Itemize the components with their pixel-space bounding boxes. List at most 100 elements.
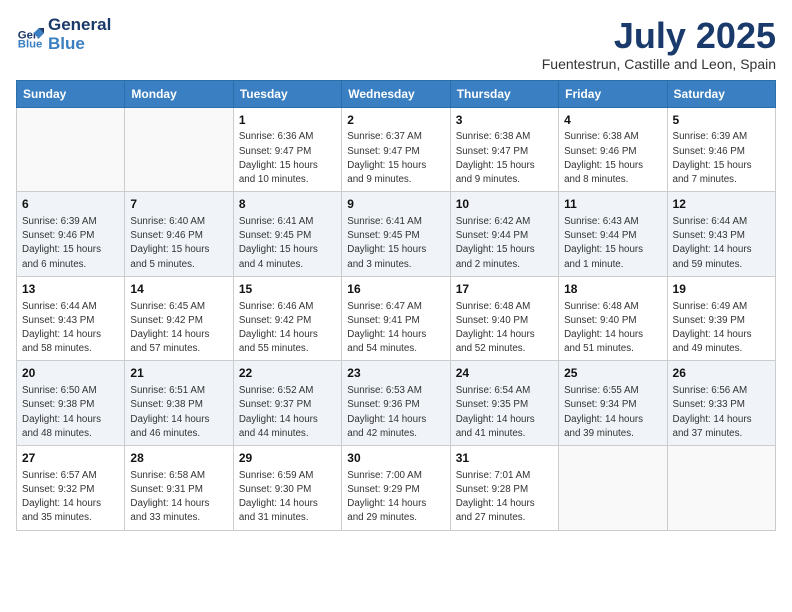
- logo: Gen Blue General Blue: [16, 16, 111, 53]
- day-detail: Sunrise: 6:57 AM Sunset: 9:32 PM Dayligh…: [22, 469, 119, 526]
- week-row-1: 1Sunrise: 6:36 AM Sunset: 9:47 PM Daylig…: [17, 107, 776, 192]
- day-cell: 22 Sunrise: 6:52 AM Sunset: 9:37 PM Dayli…: [233, 361, 341, 446]
- day-number: 13: [22, 281, 119, 298]
- logo-line1: General: [48, 16, 111, 35]
- day-cell: 24Sunrise: 6:54 AM Sunset: 9:35 PM Dayli…: [450, 361, 558, 446]
- day-detail: Sunrise: 6:38 AM Sunset: 9:46 PM Dayligh…: [564, 130, 661, 187]
- day-detail: Sunrise: 6:41 AM Sunset: 9:45 PM Dayligh…: [347, 215, 444, 272]
- weekday-header-tuesday: Tuesday: [233, 80, 341, 107]
- weekday-header-friday: Friday: [559, 80, 667, 107]
- week-row-5: 27 Sunrise: 6:57 AM Sunset: 9:32 PM Dayli…: [17, 446, 776, 531]
- day-number: 26: [673, 365, 770, 382]
- week-row-4: 20Sunrise: 6:50 AM Sunset: 9:38 PM Dayli…: [17, 361, 776, 446]
- day-detail: Sunrise: 6:44 AM Sunset: 9:43 PM Dayligh…: [22, 300, 119, 357]
- day-detail: Sunrise: 6:51 AM Sunset: 9:38 PM Dayligh…: [130, 384, 227, 441]
- day-number: 9: [347, 196, 444, 213]
- day-detail: Sunrise: 6:59 AM Sunset: 9:30 PM Dayligh…: [239, 469, 336, 526]
- day-cell: 9 Sunrise: 6:41 AM Sunset: 9:45 PM Daylig…: [342, 192, 450, 277]
- day-number: 10: [456, 196, 553, 213]
- weekday-header-wednesday: Wednesday: [342, 80, 450, 107]
- day-cell: 5Sunrise: 6:39 AM Sunset: 9:46 PM Daylig…: [667, 107, 775, 192]
- day-number: 12: [673, 196, 770, 213]
- calendar: SundayMondayTuesdayWednesdayThursdayFrid…: [16, 80, 776, 531]
- day-cell: 4Sunrise: 6:38 AM Sunset: 9:46 PM Daylig…: [559, 107, 667, 192]
- day-number: 29: [239, 450, 336, 467]
- day-number: 28: [130, 450, 227, 467]
- month-title: July 2025: [542, 16, 776, 56]
- week-row-3: 13 Sunrise: 6:44 AM Sunset: 9:43 PM Dayli…: [17, 276, 776, 361]
- day-number: 25: [564, 365, 661, 382]
- day-cell: 23 Sunrise: 6:53 AM Sunset: 9:36 PM Dayli…: [342, 361, 450, 446]
- logo-icon: Gen Blue: [16, 21, 44, 49]
- day-number: 17: [456, 281, 553, 298]
- day-detail: Sunrise: 6:40 AM Sunset: 9:46 PM Dayligh…: [130, 215, 227, 272]
- day-detail: Sunrise: 6:44 AM Sunset: 9:43 PM Dayligh…: [673, 215, 770, 272]
- day-cell: 6 Sunrise: 6:39 AM Sunset: 9:46 PM Daylig…: [17, 192, 125, 277]
- day-cell: 26 Sunrise: 6:56 AM Sunset: 9:33 PM Dayli…: [667, 361, 775, 446]
- day-detail: Sunrise: 6:54 AM Sunset: 9:35 PM Dayligh…: [456, 384, 553, 441]
- weekday-header-monday: Monday: [125, 80, 233, 107]
- day-cell: 21 Sunrise: 6:51 AM Sunset: 9:38 PM Dayli…: [125, 361, 233, 446]
- weekday-header-saturday: Saturday: [667, 80, 775, 107]
- day-number: 19: [673, 281, 770, 298]
- day-detail: Sunrise: 6:46 AM Sunset: 9:42 PM Dayligh…: [239, 300, 336, 357]
- day-detail: Sunrise: 7:00 AM Sunset: 9:29 PM Dayligh…: [347, 469, 444, 526]
- day-number: 22: [239, 365, 336, 382]
- day-number: 6: [22, 196, 119, 213]
- day-cell: 14 Sunrise: 6:45 AM Sunset: 9:42 PM Dayli…: [125, 276, 233, 361]
- day-cell: 15 Sunrise: 6:46 AM Sunset: 9:42 PM Dayli…: [233, 276, 341, 361]
- day-number: 27: [22, 450, 119, 467]
- day-number: 23: [347, 365, 444, 382]
- day-cell: 20Sunrise: 6:50 AM Sunset: 9:38 PM Dayli…: [17, 361, 125, 446]
- day-cell: [559, 446, 667, 531]
- day-detail: Sunrise: 7:01 AM Sunset: 9:28 PM Dayligh…: [456, 469, 553, 526]
- day-detail: Sunrise: 6:39 AM Sunset: 9:46 PM Dayligh…: [673, 130, 770, 187]
- day-detail: Sunrise: 6:39 AM Sunset: 9:46 PM Dayligh…: [22, 215, 119, 272]
- day-cell: 8Sunrise: 6:41 AM Sunset: 9:45 PM Daylig…: [233, 192, 341, 277]
- day-detail: Sunrise: 6:50 AM Sunset: 9:38 PM Dayligh…: [22, 384, 119, 441]
- day-cell: 17 Sunrise: 6:48 AM Sunset: 9:40 PM Dayli…: [450, 276, 558, 361]
- day-detail: Sunrise: 6:43 AM Sunset: 9:44 PM Dayligh…: [564, 215, 661, 272]
- day-detail: Sunrise: 6:56 AM Sunset: 9:33 PM Dayligh…: [673, 384, 770, 441]
- day-cell: 11 Sunrise: 6:43 AM Sunset: 9:44 PM Dayli…: [559, 192, 667, 277]
- day-detail: Sunrise: 6:53 AM Sunset: 9:36 PM Dayligh…: [347, 384, 444, 441]
- day-cell: 25Sunrise: 6:55 AM Sunset: 9:34 PM Dayli…: [559, 361, 667, 446]
- day-detail: Sunrise: 6:48 AM Sunset: 9:40 PM Dayligh…: [564, 300, 661, 357]
- day-cell: [667, 446, 775, 531]
- svg-text:Blue: Blue: [18, 38, 43, 49]
- day-number: 14: [130, 281, 227, 298]
- weekday-header-row: SundayMondayTuesdayWednesdayThursdayFrid…: [17, 80, 776, 107]
- day-detail: Sunrise: 6:47 AM Sunset: 9:41 PM Dayligh…: [347, 300, 444, 357]
- day-cell: [17, 107, 125, 192]
- day-number: 3: [456, 112, 553, 129]
- title-block: July 2025 Fuentestrun, Castille and Leon…: [542, 16, 776, 72]
- day-cell: 19 Sunrise: 6:49 AM Sunset: 9:39 PM Dayli…: [667, 276, 775, 361]
- day-detail: Sunrise: 6:48 AM Sunset: 9:40 PM Dayligh…: [456, 300, 553, 357]
- subtitle: Fuentestrun, Castille and Leon, Spain: [542, 56, 776, 72]
- day-detail: Sunrise: 6:37 AM Sunset: 9:47 PM Dayligh…: [347, 130, 444, 187]
- day-number: 11: [564, 196, 661, 213]
- day-cell: 31Sunrise: 7:01 AM Sunset: 9:28 PM Dayli…: [450, 446, 558, 531]
- weekday-header-sunday: Sunday: [17, 80, 125, 107]
- day-detail: Sunrise: 6:52 AM Sunset: 9:37 PM Dayligh…: [239, 384, 336, 441]
- day-cell: 28 Sunrise: 6:58 AM Sunset: 9:31 PM Dayli…: [125, 446, 233, 531]
- day-number: 4: [564, 112, 661, 129]
- day-detail: Sunrise: 6:49 AM Sunset: 9:39 PM Dayligh…: [673, 300, 770, 357]
- day-number: 21: [130, 365, 227, 382]
- day-cell: 1Sunrise: 6:36 AM Sunset: 9:47 PM Daylig…: [233, 107, 341, 192]
- day-cell: 13 Sunrise: 6:44 AM Sunset: 9:43 PM Dayli…: [17, 276, 125, 361]
- week-row-2: 6 Sunrise: 6:39 AM Sunset: 9:46 PM Daylig…: [17, 192, 776, 277]
- day-detail: Sunrise: 6:42 AM Sunset: 9:44 PM Dayligh…: [456, 215, 553, 272]
- logo-line2: Blue: [48, 35, 111, 54]
- day-detail: Sunrise: 6:38 AM Sunset: 9:47 PM Dayligh…: [456, 130, 553, 187]
- day-cell: 16 Sunrise: 6:47 AM Sunset: 9:41 PM Dayli…: [342, 276, 450, 361]
- day-detail: Sunrise: 6:45 AM Sunset: 9:42 PM Dayligh…: [130, 300, 227, 357]
- day-detail: Sunrise: 6:58 AM Sunset: 9:31 PM Dayligh…: [130, 469, 227, 526]
- day-number: 15: [239, 281, 336, 298]
- day-number: 1: [239, 112, 336, 129]
- day-cell: 7Sunrise: 6:40 AM Sunset: 9:46 PM Daylig…: [125, 192, 233, 277]
- day-cell: 27 Sunrise: 6:57 AM Sunset: 9:32 PM Dayli…: [17, 446, 125, 531]
- day-number: 30: [347, 450, 444, 467]
- day-detail: Sunrise: 6:41 AM Sunset: 9:45 PM Dayligh…: [239, 215, 336, 272]
- day-number: 16: [347, 281, 444, 298]
